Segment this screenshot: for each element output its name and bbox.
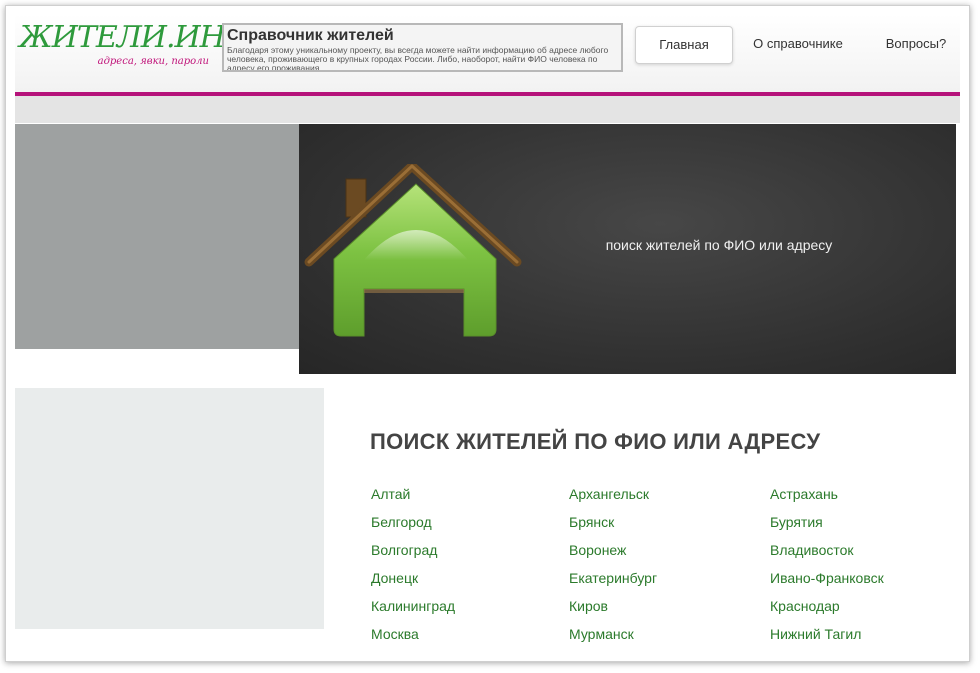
info-box-title: Справочник жителей <box>227 27 394 44</box>
city-list: Алтай Архангельск Астрахань Белгород Бря… <box>371 480 951 661</box>
page-title: ПОИСК ЖИТЕЛЕЙ ПО ФИО ИЛИ АДРЕСУ <box>370 429 821 454</box>
banner-caption: поиск жителей по ФИО или адресу <box>605 237 833 253</box>
city-link[interactable]: Астрахань <box>770 486 838 502</box>
city-link[interactable]: Алтай <box>371 486 410 502</box>
site-header: ЖИТЕЛИ.ИНФО адреса, явки, пароли Справоч… <box>15 14 960 92</box>
info-box: Справочник жителей Благодаря этому уника… <box>222 23 623 72</box>
sub-header-bar <box>15 96 960 123</box>
city-link[interactable]: Москва <box>371 626 419 642</box>
banner-side-block <box>15 124 299 349</box>
nav-home-button[interactable]: Главная <box>635 26 733 64</box>
city-link[interactable]: Екатеринбург <box>569 570 657 586</box>
city-link[interactable]: Бурятия <box>770 514 823 530</box>
city-link[interactable]: Ивано-Франковск <box>770 570 884 586</box>
city-link[interactable]: Белгород <box>371 514 432 530</box>
nav-faq-button[interactable]: Вопросы? <box>875 26 957 62</box>
city-link[interactable]: Калининград <box>371 598 455 614</box>
city-link[interactable]: Мурманск <box>569 626 634 642</box>
city-link[interactable]: Волгоград <box>371 542 437 558</box>
city-link[interactable]: Киров <box>569 598 608 614</box>
logo-tagline: адреса, явки, пароли <box>97 56 209 67</box>
city-link[interactable]: Донецк <box>371 570 418 586</box>
city-link[interactable]: Краснодар <box>770 598 840 614</box>
nav-about-button[interactable]: О справочнике <box>745 26 851 62</box>
city-link[interactable]: Брянск <box>569 514 614 530</box>
city-link[interactable]: Владивосток <box>770 542 854 558</box>
house-icon <box>304 164 522 337</box>
sidebar-panel <box>15 388 324 629</box>
city-link[interactable]: Нижний Тагил <box>770 626 861 642</box>
city-link[interactable]: Воронеж <box>569 542 626 558</box>
hero-banner: поиск жителей по ФИО или адресу <box>299 124 956 374</box>
info-box-text: Благодаря этому уникальному проекту, вы … <box>227 45 609 72</box>
city-link[interactable]: Архангельск <box>569 486 649 502</box>
browser-page: ЖИТЕЛИ.ИНФО адреса, явки, пароли Справоч… <box>5 5 970 662</box>
site-logo[interactable]: ЖИТЕЛИ.ИНФО адреса, явки, пароли <box>19 20 273 72</box>
